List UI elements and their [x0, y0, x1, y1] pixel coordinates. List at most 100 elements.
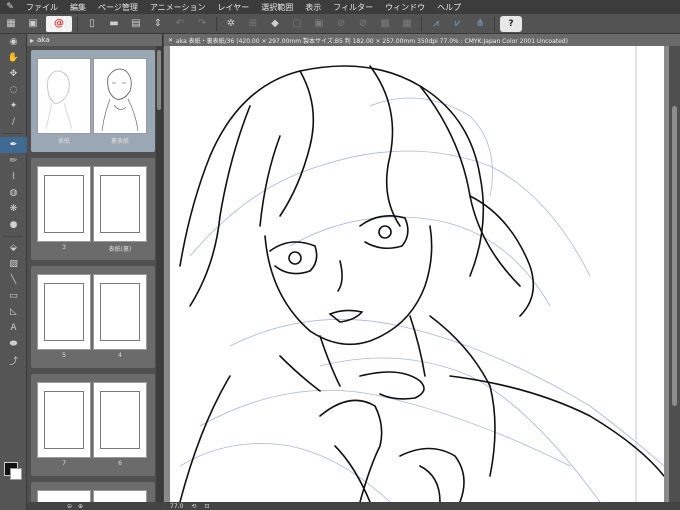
frame-tool-icon[interactable]: ▭	[0, 288, 27, 304]
page-spread[interactable]: 3 表紙(裏)	[31, 158, 155, 260]
back-cover-sketch-thumbnail	[101, 68, 139, 132]
page-thumbnail[interactable]	[93, 166, 147, 242]
page-label: 表紙(裏)	[108, 246, 132, 253]
page-thumbnail[interactable]	[37, 382, 91, 458]
pen-tool-icon[interactable]: ✒	[0, 137, 27, 153]
balloon-tool-icon[interactable]: ⬬	[0, 336, 27, 352]
menu-help[interactable]: ヘルプ	[431, 2, 467, 13]
undo-icon[interactable]: ↶	[171, 16, 189, 32]
text-tool-icon[interactable]: A	[0, 320, 27, 336]
menu-window[interactable]: ウィンドウ	[379, 2, 431, 13]
toolbar-separator	[421, 16, 422, 31]
close-canvas-icon[interactable]: ✕	[168, 37, 173, 44]
page-label: 5	[62, 352, 66, 359]
page-manager-tab[interactable]: ▸ aka	[27, 34, 162, 46]
snap-ruler-icon[interactable]: ⩘	[427, 16, 445, 32]
page-label: 裏表紙	[110, 138, 129, 145]
canvas-tab[interactable]: ✕ aka 表紙・裏表紙/36 (420.00 × 297.00mm 製本サイズ…	[164, 34, 680, 46]
help-button[interactable]: ?	[500, 15, 522, 32]
invert-selection-icon[interactable]: ▣	[310, 16, 328, 32]
page-label: 6	[118, 460, 122, 467]
select-pixels-icon[interactable]: ▩	[376, 16, 394, 32]
canvas-area[interactable]	[164, 46, 669, 502]
page-thumbnail[interactable]	[37, 274, 91, 350]
move-tool-icon[interactable]: ✥	[0, 66, 27, 82]
blend-tool-icon[interactable]: ●	[0, 217, 27, 233]
open-folder-icon[interactable]: ▬	[105, 16, 123, 32]
zoom-in-icon[interactable]: ⊕	[78, 503, 83, 510]
auto-select-icon[interactable]: ✦	[0, 98, 27, 114]
toolbar-separator	[77, 16, 78, 31]
zoom-out-icon[interactable]: ⊖	[67, 503, 72, 510]
page-manager-tab-label: aka	[37, 36, 50, 44]
menu-page-management[interactable]: ページ管理	[92, 2, 144, 13]
menu-edit[interactable]: 編集	[64, 2, 92, 13]
page-thumbnail[interactable]	[37, 166, 91, 242]
fill-tool-icon[interactable]: ⬙	[0, 240, 27, 256]
snap-icon[interactable]: ▦	[398, 16, 416, 32]
page-thumbnail[interactable]	[93, 274, 147, 350]
layout-icon[interactable]: ▣	[24, 16, 42, 32]
app-logo-icon[interactable]: ✎	[0, 2, 20, 12]
ruler-tool-icon[interactable]: ◺	[0, 304, 27, 320]
page-thumbnail-list[interactable]: 表紙 裏表紙 3 表紙(裏) 5 4 7 6	[27, 46, 157, 510]
page-spread[interactable]: 7 6	[31, 374, 155, 476]
close-tab-icon[interactable]: ▸	[30, 36, 34, 45]
menu-layer[interactable]: レイヤー	[212, 2, 256, 13]
menu-bar: ✎ ファイル 編集 ページ管理 アニメーション レイヤー 選択範囲 表示 フィル…	[0, 0, 680, 14]
menu-selection[interactable]: 選択範囲	[255, 2, 299, 13]
menu-file[interactable]: ファイル	[20, 2, 64, 13]
page-frame	[44, 283, 84, 341]
zoom-tool-icon[interactable]: ◉	[0, 34, 27, 50]
decoration-icon[interactable]: ❋	[0, 201, 27, 217]
page-thumbnail[interactable]	[93, 382, 147, 458]
app-window: ✎ ファイル 編集 ページ管理 アニメーション レイヤー 選択範囲 表示 フィル…	[0, 0, 680, 510]
canvas-status-bar: 77.0 ⟲ ⊡	[164, 502, 680, 510]
menu-animation[interactable]: アニメーション	[144, 2, 212, 13]
page-label: 表紙	[57, 138, 70, 145]
canvas-paper[interactable]	[170, 46, 664, 502]
menu-filter[interactable]: フィルター	[327, 2, 379, 13]
page-frame	[100, 391, 140, 449]
fill-icon[interactable]: ◆	[266, 16, 284, 32]
eyedropper-icon[interactable]: ∕	[0, 114, 27, 130]
selection-tool-icon[interactable]: ◌	[0, 82, 27, 98]
fit-icon[interactable]: ⊡	[204, 503, 209, 510]
toolbar-separator	[216, 16, 217, 31]
hand-tool-icon[interactable]: ✋	[0, 50, 27, 66]
page-frame	[100, 283, 140, 341]
page-list-scrollbar[interactable]	[156, 46, 162, 510]
clear-icon[interactable]: ✲	[222, 16, 240, 32]
page-spread[interactable]: 5 4	[31, 266, 155, 368]
new-file-icon[interactable]: ▯	[83, 16, 101, 32]
scrollbar-thumb[interactable]	[157, 50, 161, 110]
transform-icon[interactable]: ⊞	[244, 16, 262, 32]
page-thumbnail[interactable]	[37, 58, 91, 134]
page-thumbnail[interactable]	[93, 58, 147, 134]
deselect-icon[interactable]: ▢	[288, 16, 306, 32]
zoom-level[interactable]: 77.0	[170, 503, 183, 510]
brush-tool-icon[interactable]: ⌇	[0, 169, 27, 185]
trim-icon[interactable]: ⊘	[354, 16, 372, 32]
rotate-icon[interactable]: ⟲	[191, 503, 196, 510]
canvas-title: aka 表紙・裏表紙/36 (420.00 × 297.00mm 製本サイズ:B…	[176, 37, 568, 45]
save-icon[interactable]: ▤	[127, 16, 145, 32]
zoom-stepper-icon[interactable]: ⇕	[149, 16, 167, 32]
scrollbar-thumb[interactable]	[672, 106, 677, 406]
clip-studio-icon[interactable]: @	[46, 15, 72, 32]
snap-special-ruler-icon[interactable]: ⩗	[449, 16, 467, 32]
snap-grid-icon[interactable]: ⋔	[471, 16, 489, 32]
crop-icon[interactable]: ⊘	[332, 16, 350, 32]
redo-icon[interactable]: ↷	[193, 16, 211, 32]
pencil-tool-icon[interactable]: ✏	[0, 153, 27, 169]
canvas-vertical-scrollbar[interactable]	[669, 46, 680, 502]
airbrush-icon[interactable]: ◍	[0, 185, 27, 201]
correct-line-icon[interactable]: ⤴	[0, 352, 27, 368]
gradient-tool-icon[interactable]: ▨	[0, 256, 27, 272]
sub-color-swatch[interactable]	[10, 468, 22, 480]
page-label: 3	[62, 244, 66, 251]
page-spread-cover[interactable]: 表紙 裏表紙	[31, 50, 155, 152]
grid-menu-icon[interactable]: ▦	[2, 16, 20, 32]
figure-tool-icon[interactable]: ╲	[0, 272, 27, 288]
menu-view[interactable]: 表示	[299, 2, 327, 13]
